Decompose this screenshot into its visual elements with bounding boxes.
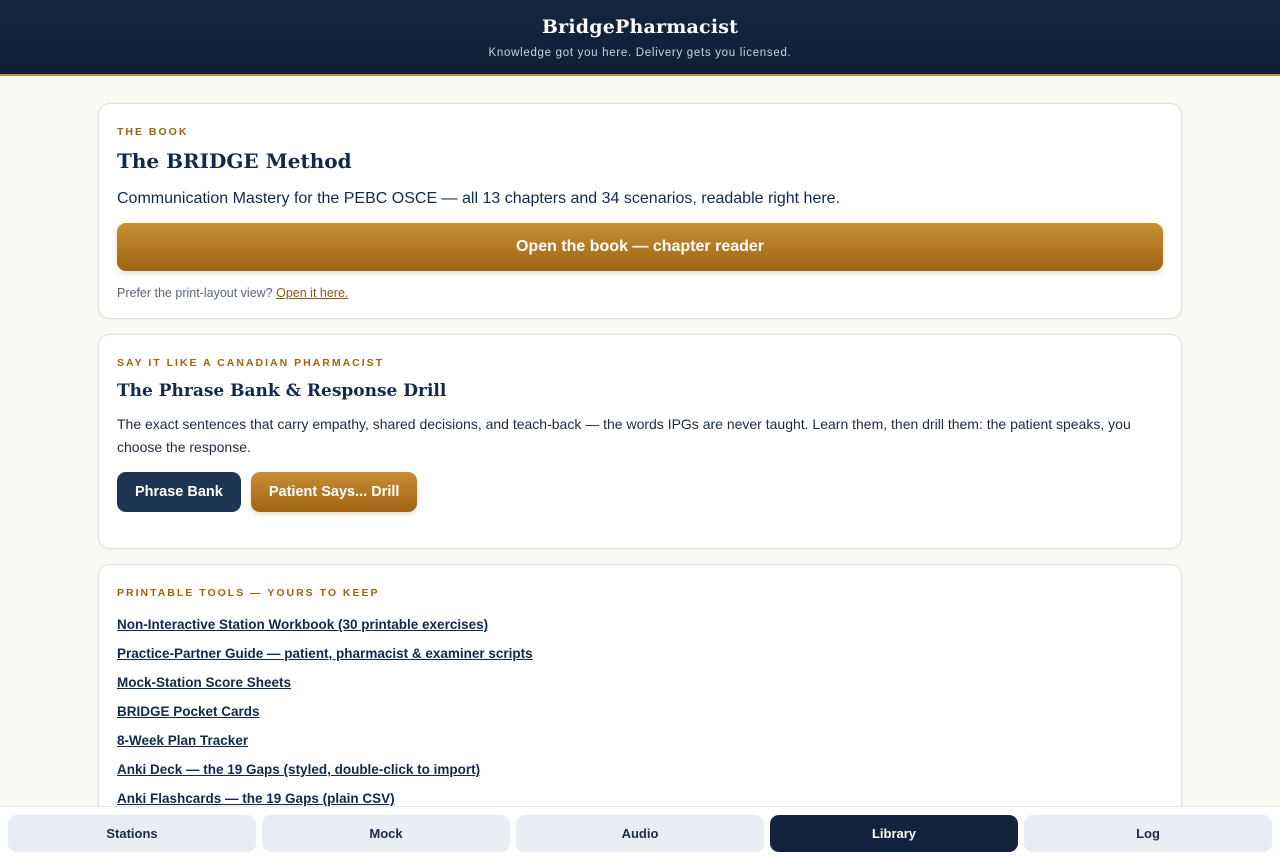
tools-link-list: Non-Interactive Station Workbook (30 pri… xyxy=(117,610,1163,813)
tab-mock[interactable]: Mock xyxy=(262,815,510,852)
phrase-actions: Phrase Bank Patient Says... Drill xyxy=(117,472,1163,512)
book-kicker: THE BOOK xyxy=(117,126,189,138)
tools-card: PRINTABLE TOOLS — YOURS TO KEEP Non-Inte… xyxy=(98,564,1182,832)
print-view-note: Prefer the print-layout view? Open it he… xyxy=(117,286,1163,300)
book-title: The BRIDGE Method xyxy=(117,149,352,173)
tab-stations[interactable]: Stations xyxy=(8,815,256,852)
brand-title: BridgePharmacist xyxy=(541,16,739,38)
phrase-title: The Phrase Bank & Response Drill xyxy=(117,381,447,401)
phrase-description: The exact sentences that carry empathy, … xyxy=(117,416,1131,455)
tool-link-workbook[interactable]: Non-Interactive Station Workbook (30 pri… xyxy=(117,610,1163,639)
book-description: Communication Mastery for the PEBC OSCE … xyxy=(117,190,841,207)
phrase-bank-button[interactable]: Phrase Bank xyxy=(117,472,241,512)
phrase-card: SAY IT LIKE A CANADIAN PHARMACIST The Ph… xyxy=(98,334,1182,549)
tool-link-partner-guide[interactable]: Practice-Partner Guide — patient, pharma… xyxy=(117,639,1163,668)
bottom-nav: Stations Mock Audio Library Log xyxy=(0,806,1280,860)
tool-link-score-sheets[interactable]: Mock-Station Score Sheets xyxy=(117,668,1163,697)
tab-log[interactable]: Log xyxy=(1024,815,1272,852)
tool-link-anki-deck[interactable]: Anki Deck — the 19 Gaps (styled, double-… xyxy=(117,755,1163,784)
app-header: BridgePharmacist Knowledge got you here.… xyxy=(0,0,1280,76)
library-content: THE BOOK The BRIDGE Method Communication… xyxy=(98,103,1182,847)
tool-link-plan-tracker[interactable]: 8-Week Plan Tracker xyxy=(117,726,1163,755)
tab-library[interactable]: Library xyxy=(770,815,1018,852)
print-view-text: Prefer the print-layout view? xyxy=(117,286,273,300)
phrase-kicker: SAY IT LIKE A CANADIAN PHARMACIST xyxy=(117,357,385,369)
tools-kicker: PRINTABLE TOOLS — YOURS TO KEEP xyxy=(117,587,380,599)
patient-says-drill-button[interactable]: Patient Says... Drill xyxy=(250,472,418,512)
book-card: THE BOOK The BRIDGE Method Communication… xyxy=(98,103,1182,319)
tool-link-pocket-cards[interactable]: BRIDGE Pocket Cards xyxy=(117,697,1163,726)
open-book-button[interactable]: Open the book — chapter reader xyxy=(117,223,1163,271)
tab-audio[interactable]: Audio xyxy=(516,815,764,852)
brand-tagline: Knowledge got you here. Delivery gets yo… xyxy=(488,47,792,59)
print-view-link[interactable]: Open it here. xyxy=(276,286,348,300)
